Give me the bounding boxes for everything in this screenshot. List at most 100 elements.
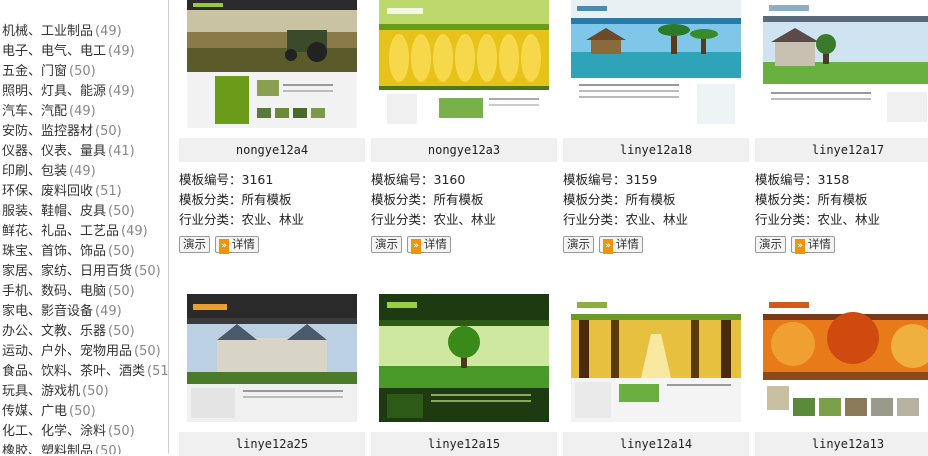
template-industry: 农业、林业	[625, 212, 689, 227]
detail-button[interactable]: » 详情	[407, 236, 451, 254]
demo-button[interactable]: 演示	[563, 236, 594, 253]
category-link[interactable]: 印刷、包装	[2, 164, 67, 179]
detail-button[interactable]: » 详情	[599, 236, 643, 254]
template-code: 3160	[433, 172, 466, 187]
category-count: (50)	[69, 64, 96, 79]
template-type: 所有模板	[241, 192, 292, 207]
industry-label: 行业分类：	[179, 212, 242, 227]
category-count: (50)	[134, 344, 161, 359]
template-thumbnail[interactable]	[763, 294, 928, 422]
category-count: (49)	[108, 44, 135, 59]
template-thumbnail[interactable]	[187, 294, 357, 422]
category-link[interactable]: 安防、监控器材	[2, 124, 93, 139]
template-name[interactable]: linye12a13	[755, 432, 928, 456]
template-industry: 农业、林业	[241, 212, 305, 227]
category-link[interactable]: 化工、化学、涂料	[2, 424, 106, 439]
category-link[interactable]: 办公、文教、乐器	[2, 324, 106, 339]
category-link[interactable]: 玩具、游戏机	[2, 384, 80, 399]
category-link[interactable]: 运动、户外、宠物用品	[2, 344, 132, 359]
category-item[interactable]: 安防、监控器材 (50)	[2, 122, 168, 142]
category-count: (50)	[108, 284, 135, 299]
category-item[interactable]: 仪器、仪表、量具 (41)	[2, 142, 168, 162]
category-count: (50)	[108, 324, 135, 339]
industry-label: 行业分类：	[371, 212, 434, 227]
category-link[interactable]: 电子、电气、电工	[2, 44, 106, 59]
category-count: (49)	[95, 304, 122, 319]
demo-button[interactable]: 演示	[179, 236, 210, 253]
category-item[interactable]: 家电、影音设备 (49)	[2, 302, 168, 322]
category-item[interactable]: 环保、废料回收 (51)	[2, 182, 168, 202]
template-name[interactable]: nongye12a3	[371, 138, 557, 162]
template-thumbnail[interactable]	[571, 0, 741, 128]
arrow-icon: »	[603, 239, 613, 254]
category-item[interactable]: 鲜花、礼品、工艺品 (49)	[2, 222, 168, 242]
detail-button[interactable]: » 详情	[791, 236, 835, 254]
category-link[interactable]: 珠宝、首饰、饰品	[2, 244, 106, 259]
template-type: 所有模板	[817, 192, 868, 207]
demo-button[interactable]: 演示	[755, 236, 786, 253]
category-item[interactable]: 家居、家纺、日用百货 (50)	[2, 262, 168, 282]
template-type: 所有模板	[625, 192, 676, 207]
category-item[interactable]: 传媒、广电 (50)	[2, 402, 168, 422]
category-item[interactable]: 珠宝、首饰、饰品 (50)	[2, 242, 168, 262]
category-link[interactable]: 环保、废料回收	[2, 184, 93, 199]
category-item[interactable]: 电子、电气、电工 (49)	[2, 42, 168, 62]
category-link[interactable]: 汽车、汽配	[2, 104, 67, 119]
template-thumbnail[interactable]	[379, 294, 549, 422]
detail-label: 详情	[423, 237, 447, 251]
card-actions: 演示 » 详情	[179, 236, 259, 254]
template-name[interactable]: nongye12a4	[179, 138, 365, 162]
template-thumbnail[interactable]	[763, 0, 928, 128]
category-link[interactable]: 机械、工业制品	[2, 24, 93, 39]
category-link[interactable]: 家居、家纺、日用百货	[2, 264, 132, 279]
template-name[interactable]: linye12a18	[563, 138, 749, 162]
category-item[interactable]: 机械、工业制品 (49)	[2, 22, 168, 42]
category-item[interactable]: 橡胶、塑料制品 (50)	[2, 442, 168, 454]
code-label: 模板编号：	[179, 172, 242, 187]
category-count: (50)	[69, 404, 96, 419]
template-name[interactable]: linye12a15	[371, 432, 557, 456]
category-link[interactable]: 照明、灯具、能源	[2, 84, 106, 99]
category-count: (41)	[108, 144, 135, 159]
category-link[interactable]: 鲜花、礼品、工艺品	[2, 224, 119, 239]
category-item[interactable]: 汽车、汽配 (49)	[2, 102, 168, 122]
arrow-icon: »	[411, 239, 421, 254]
category-count: (50)	[95, 444, 122, 454]
category-item[interactable]: 办公、文教、乐器 (50)	[2, 322, 168, 342]
industry-label: 行业分类：	[563, 212, 626, 227]
category-item[interactable]: 玩具、游戏机 (50)	[2, 382, 168, 402]
template-thumbnail[interactable]	[187, 0, 357, 128]
category-item[interactable]: 手机、数码、电脑 (50)	[2, 282, 168, 302]
category-item[interactable]: 五金、门窗 (50)	[2, 62, 168, 82]
detail-button[interactable]: » 详情	[215, 236, 259, 254]
template-thumbnail[interactable]	[571, 294, 741, 422]
code-label: 模板编号：	[563, 172, 626, 187]
category-count: (50)	[108, 424, 135, 439]
category-link[interactable]: 服装、鞋帽、皮具	[2, 204, 106, 219]
card-actions: 演示 » 详情	[563, 236, 643, 254]
template-industry: 农业、林业	[433, 212, 497, 227]
template-name[interactable]: linye12a14	[563, 432, 749, 456]
category-item[interactable]: 运动、户外、宠物用品 (50)	[2, 342, 168, 362]
category-item[interactable]: 食品、饮料、茶叶、酒类(51)	[2, 362, 168, 382]
category-link[interactable]: 传媒、广电	[2, 404, 67, 419]
category-link[interactable]: 五金、门窗	[2, 64, 67, 79]
category-item[interactable]: 印刷、包装 (49)	[2, 162, 168, 182]
category-item[interactable]: 化工、化学、涂料 (50)	[2, 422, 168, 442]
demo-button[interactable]: 演示	[371, 236, 402, 253]
arrow-icon: »	[219, 239, 229, 254]
template-code: 3158	[817, 172, 850, 187]
template-thumbnail[interactable]	[379, 0, 549, 128]
category-item[interactable]: 照明、灯具、能源 (49)	[2, 82, 168, 102]
category-list: 机械、工业制品 (49) 电子、电气、电工 (49) 五金、门窗 (50) 照明、灯具…	[2, 22, 168, 454]
category-link[interactable]: 手机、数码、电脑	[2, 284, 106, 299]
category-link[interactable]: 橡胶、塑料制品	[2, 444, 93, 454]
template-info: 模板编号：3160 模板分类：所有模板 行业分类：农业、林业	[371, 170, 496, 230]
category-link[interactable]: 食品、饮料、茶叶、酒类	[2, 364, 145, 379]
category-link[interactable]: 家电、影音设备	[2, 304, 93, 319]
template-name[interactable]: linye12a17	[755, 138, 928, 162]
category-item[interactable]: 服装、鞋帽、皮具 (50)	[2, 202, 168, 222]
industry-label: 行业分类：	[755, 212, 818, 227]
category-link[interactable]: 仪器、仪表、量具	[2, 144, 106, 159]
template-name[interactable]: linye12a25	[179, 432, 365, 456]
